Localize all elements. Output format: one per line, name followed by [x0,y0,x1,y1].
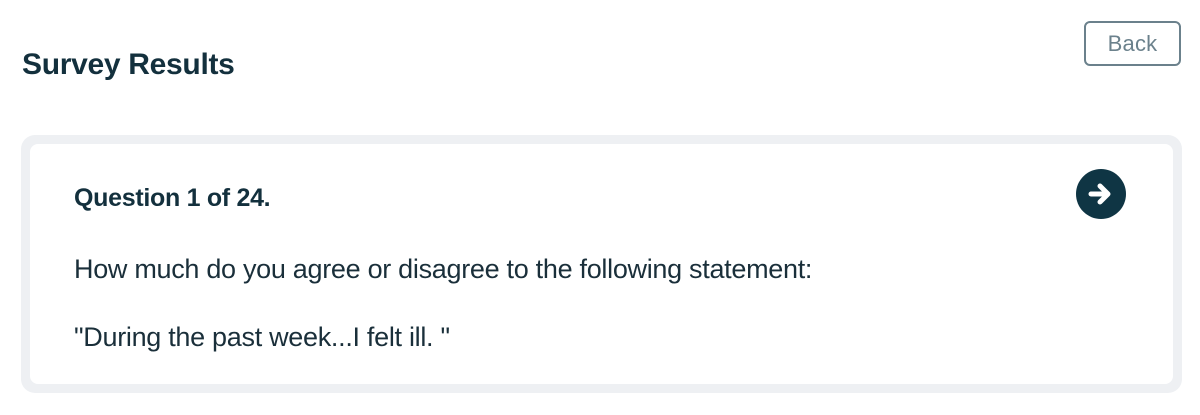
back-button[interactable]: Back [1084,21,1181,66]
arrow-right-icon [1088,183,1111,205]
question-card: Question 1 of 24. How much do you agree … [30,144,1173,384]
page-title: Survey Results [22,48,235,81]
next-question-button[interactable] [1076,169,1126,219]
question-card-frame: Question 1 of 24. How much do you agree … [21,135,1182,393]
survey-results-page: Back Survey Results Question 1 of 24. Ho… [0,0,1200,415]
question-prompt: How much do you agree or disagree to the… [74,254,813,284]
question-statement: "During the past week...I felt ill. " [74,322,450,352]
question-count-label: Question 1 of 24. [74,184,271,212]
